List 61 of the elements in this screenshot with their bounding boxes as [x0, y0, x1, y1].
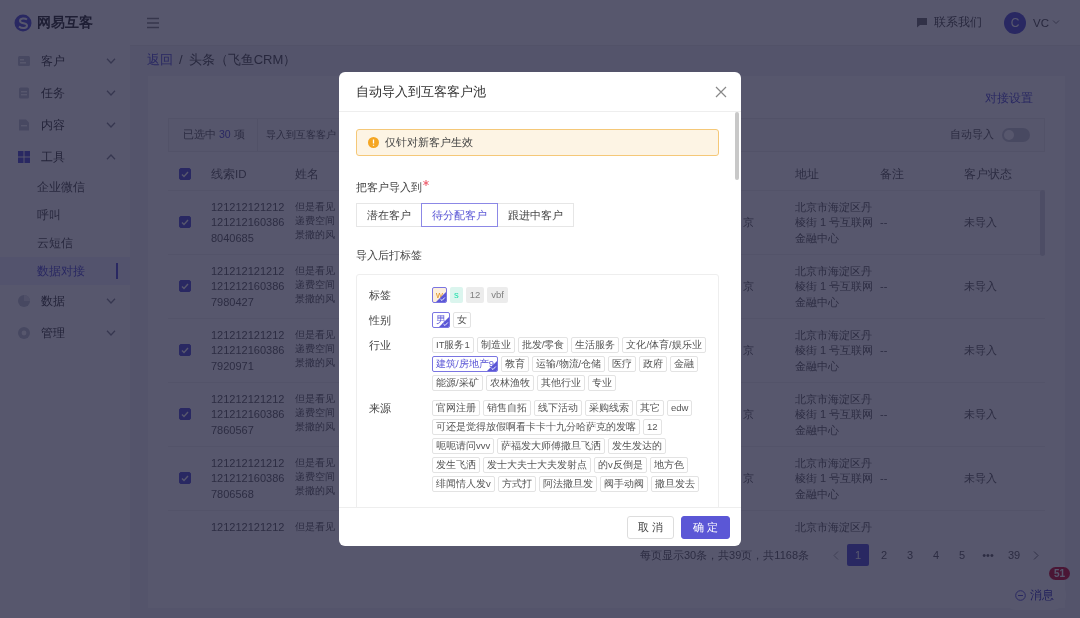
confirm-button[interactable]: 确 定 — [680, 515, 730, 539]
dialog-title: 自动导入到互客客户池 — [356, 82, 486, 101]
tag[interactable]: 女 — [453, 312, 471, 328]
tag[interactable]: 批发/零食 — [517, 337, 569, 353]
tag[interactable]: 农林渔牧 — [485, 375, 534, 391]
tag[interactable]: vbf — [487, 287, 508, 303]
tag[interactable]: 地方色 — [649, 457, 688, 473]
logo-text: 网易互客 — [37, 13, 93, 32]
tag[interactable]: 销售自拓 — [483, 400, 531, 416]
tag[interactable]: 绯闻情人发v — [432, 476, 495, 492]
tag[interactable]: 呃呃请问vvv — [432, 438, 495, 454]
tag[interactable]: IT服务1 — [432, 337, 474, 353]
tag[interactable]: 撒旦发去 — [650, 476, 699, 492]
tag[interactable]: 12 — [643, 419, 662, 435]
close-icon[interactable] — [715, 85, 727, 98]
tag[interactable]: 发士大夫士大夫发射点 — [483, 457, 591, 473]
tag[interactable]: 的v反倒是 — [594, 457, 647, 473]
field-label: 把客户导入到 — [356, 180, 422, 195]
group-label: 性别 — [369, 313, 392, 328]
check-corner-icon — [435, 292, 446, 302]
table-cell-text: -- — [880, 471, 888, 486]
tag[interactable]: 教育 — [500, 356, 529, 372]
group-label: 标签 — [369, 288, 392, 303]
table-cell-text: -- — [880, 407, 888, 422]
tag[interactable]: 运输/物流/仓储 — [531, 356, 606, 372]
tag[interactable]: 生活服务 — [571, 337, 620, 353]
group-label: 来源 — [369, 401, 392, 416]
breadcrumb-separator: / — [179, 52, 183, 67]
tag[interactable]: 12 — [465, 287, 485, 303]
group-label: 行业 — [369, 338, 392, 353]
tag[interactable]: 阿法撒旦发 — [538, 476, 597, 492]
table-cell-text: -- — [880, 343, 888, 358]
tag[interactable]: 医疗 — [608, 356, 637, 372]
tag[interactable]: 政府 — [639, 356, 668, 372]
option-button[interactable]: 待分配客户 — [421, 203, 498, 227]
option-button[interactable]: 跟进中客户 — [497, 203, 574, 227]
tag[interactable]: 其他行业 — [536, 375, 585, 391]
tag[interactable]: 阀手动阀 — [599, 476, 648, 492]
tag[interactable]: 能源/采矿 — [432, 375, 483, 391]
tag[interactable]: 制造业 — [476, 337, 515, 353]
tag[interactable]: 其它 — [636, 400, 664, 416]
option-button[interactable]: 潜在客户 — [356, 203, 422, 227]
tag[interactable]: 可还是觉得放假啊看卡卡十九分哈萨克的发喀 — [432, 419, 640, 435]
tag[interactable]: 线下活动 — [534, 400, 582, 416]
tag[interactable]: 发生发达的 — [608, 438, 667, 454]
tag[interactable]: 方式打 — [497, 476, 536, 492]
cancel-button[interactable]: 取 消 — [626, 515, 674, 539]
table-cell-text: -- — [880, 215, 888, 230]
tag[interactable]: 萨福发大师傅撒旦飞洒 — [497, 438, 606, 454]
tag[interactable]: edw — [667, 400, 693, 416]
field-label: 导入后打标签 — [356, 248, 423, 263]
tag[interactable]: 金融 — [670, 356, 699, 372]
table-cell-text: -- — [880, 279, 888, 294]
scrollbar[interactable] — [735, 112, 739, 180]
tag[interactable]: 发生飞洒 — [432, 457, 480, 473]
tag[interactable]: 文化/体育/娱乐业 — [622, 337, 706, 353]
warning-icon — [368, 137, 379, 148]
tag[interactable]: 采购线索 — [585, 400, 633, 416]
tag[interactable]: 专业 — [587, 375, 616, 391]
notice-text: 仅针对新客户生效 — [385, 135, 473, 150]
tag[interactable]: 官网注册 — [432, 400, 480, 416]
